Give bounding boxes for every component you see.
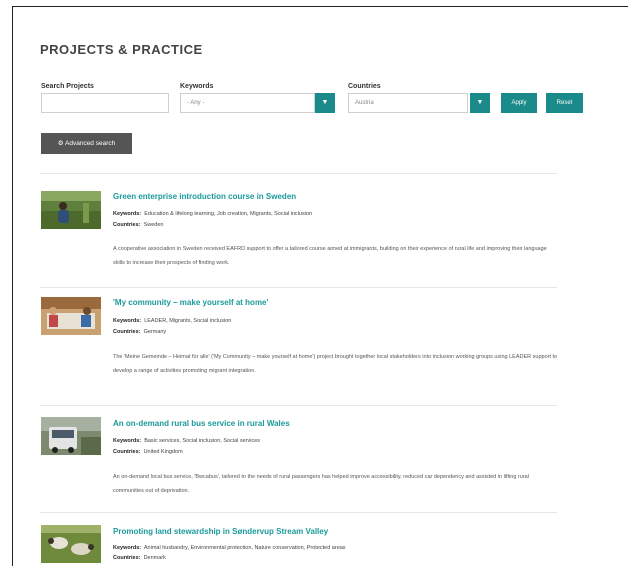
project-title-link[interactable]: Promoting land stewardship in Søndervup … [113, 527, 328, 536]
search-projects-label: Search Projects [41, 83, 94, 90]
countries-select[interactable]: Austria [348, 93, 468, 113]
search-projects-input[interactable] [41, 93, 169, 113]
project-title-link[interactable]: Green enterprise introduction course in … [113, 192, 296, 201]
countries-selected-value: Austria [355, 100, 374, 106]
person-planting-image [41, 191, 101, 229]
page-title: PROJECTS & PRACTICE [40, 42, 203, 57]
divider [40, 405, 557, 406]
project-description: A cooperative association in Sweden rece… [113, 246, 547, 266]
divider [40, 512, 557, 513]
keywords-dropdown-button[interactable]: ▼ [315, 93, 335, 113]
project-thumbnail[interactable] [41, 297, 101, 335]
project-title-link[interactable]: 'My community – make yourself at home' [113, 298, 268, 307]
project-thumbnail[interactable] [41, 417, 101, 455]
apply-button[interactable]: Apply [501, 93, 537, 113]
project-keywords: Keywords: LEADER, Migrants, Social inclu… [113, 318, 232, 324]
project-title-link[interactable]: An on-demand rural bus service in rural … [113, 419, 290, 428]
chevron-down-icon: ▼ [321, 99, 329, 106]
project-countries: Countries: United Kingdom [113, 449, 183, 455]
meeting-table-image [41, 297, 101, 335]
divider [40, 287, 557, 288]
project-description: An on-demand local bus service, 'Bwcabus… [113, 474, 529, 494]
countries-dropdown-button[interactable]: ▼ [470, 93, 490, 113]
project-keywords: Keywords: Basic services, Social inclusi… [113, 438, 261, 444]
sheep-image [41, 525, 101, 563]
project-thumbnail[interactable] [41, 191, 101, 229]
project-keywords: Keywords: Animal husbandry, Environmenta… [113, 545, 346, 551]
project-countries: Countries: Germany [113, 329, 167, 335]
project-thumbnail[interactable] [41, 525, 101, 563]
bus-image [41, 417, 101, 455]
content-frame: PROJECTS & PRACTICE Search Projects Keyw… [12, 6, 628, 566]
countries-label: Countries [348, 83, 381, 90]
divider [40, 173, 557, 174]
chevron-down-icon: ▼ [476, 99, 484, 106]
project-countries: Countries: Denmark [113, 555, 166, 561]
reset-button[interactable]: Reset [546, 93, 583, 113]
project-description: The 'Meine Gemeinde – Heimat für alle' (… [113, 354, 558, 374]
keywords-label: Keywords [180, 83, 214, 90]
project-countries: Countries: Sweden [113, 222, 164, 228]
keywords-select[interactable]: - Any - [180, 93, 315, 113]
keywords-selected-value: - Any - [187, 100, 205, 106]
project-keywords: Keywords: Education & lifelong learning,… [113, 211, 313, 217]
advanced-search-button[interactable]: ⚙ Advanced search [41, 133, 132, 154]
